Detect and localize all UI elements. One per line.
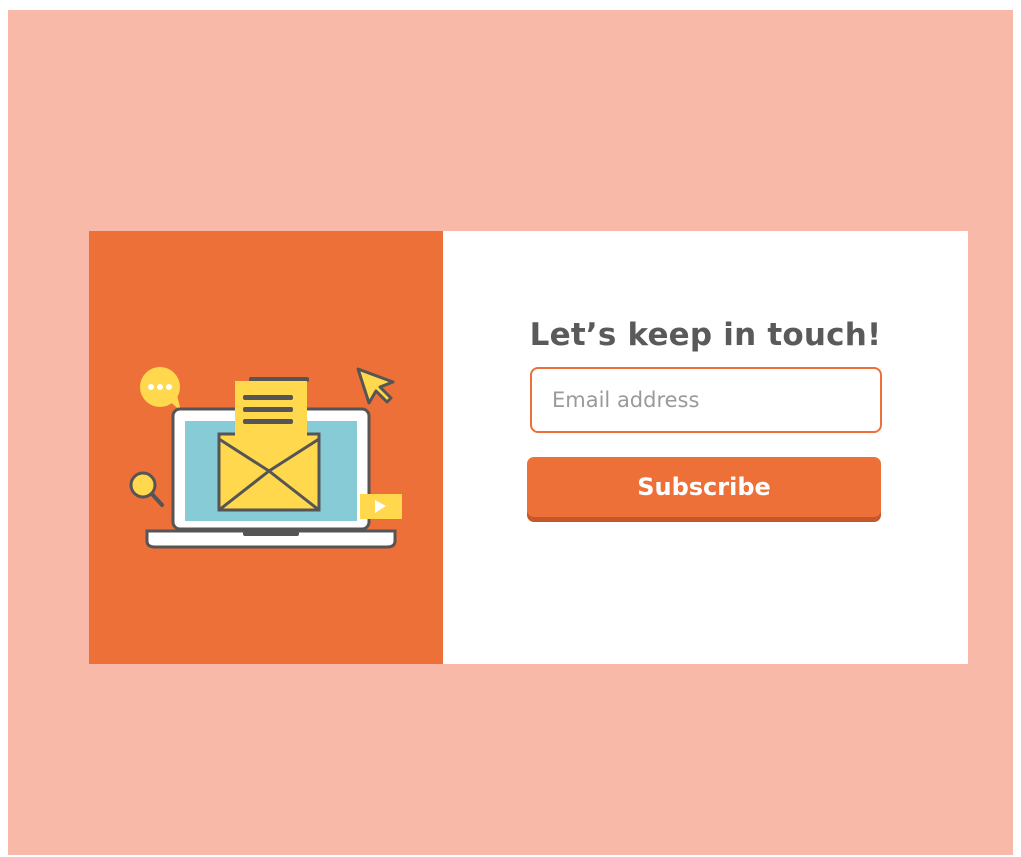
- subscribe-button[interactable]: Subscribe: [527, 457, 881, 517]
- document-icon: [235, 377, 309, 443]
- newsletter-illustration: [129, 367, 402, 549]
- magnifier-icon: [129, 471, 164, 507]
- page-background: Let’s keep in touch! Subscribe: [8, 10, 1013, 855]
- signup-panel: Let’s keep in touch! Subscribe: [443, 231, 968, 664]
- newsletter-card: Let’s keep in touch! Subscribe: [89, 231, 968, 664]
- chat-bubble-icon: [140, 367, 181, 411]
- illustration-panel: [89, 231, 443, 664]
- signup-heading: Let’s keep in touch!: [529, 317, 882, 353]
- cursor-arrow-icon: [356, 367, 395, 405]
- email-field[interactable]: [530, 367, 882, 433]
- play-video-icon: [360, 494, 402, 519]
